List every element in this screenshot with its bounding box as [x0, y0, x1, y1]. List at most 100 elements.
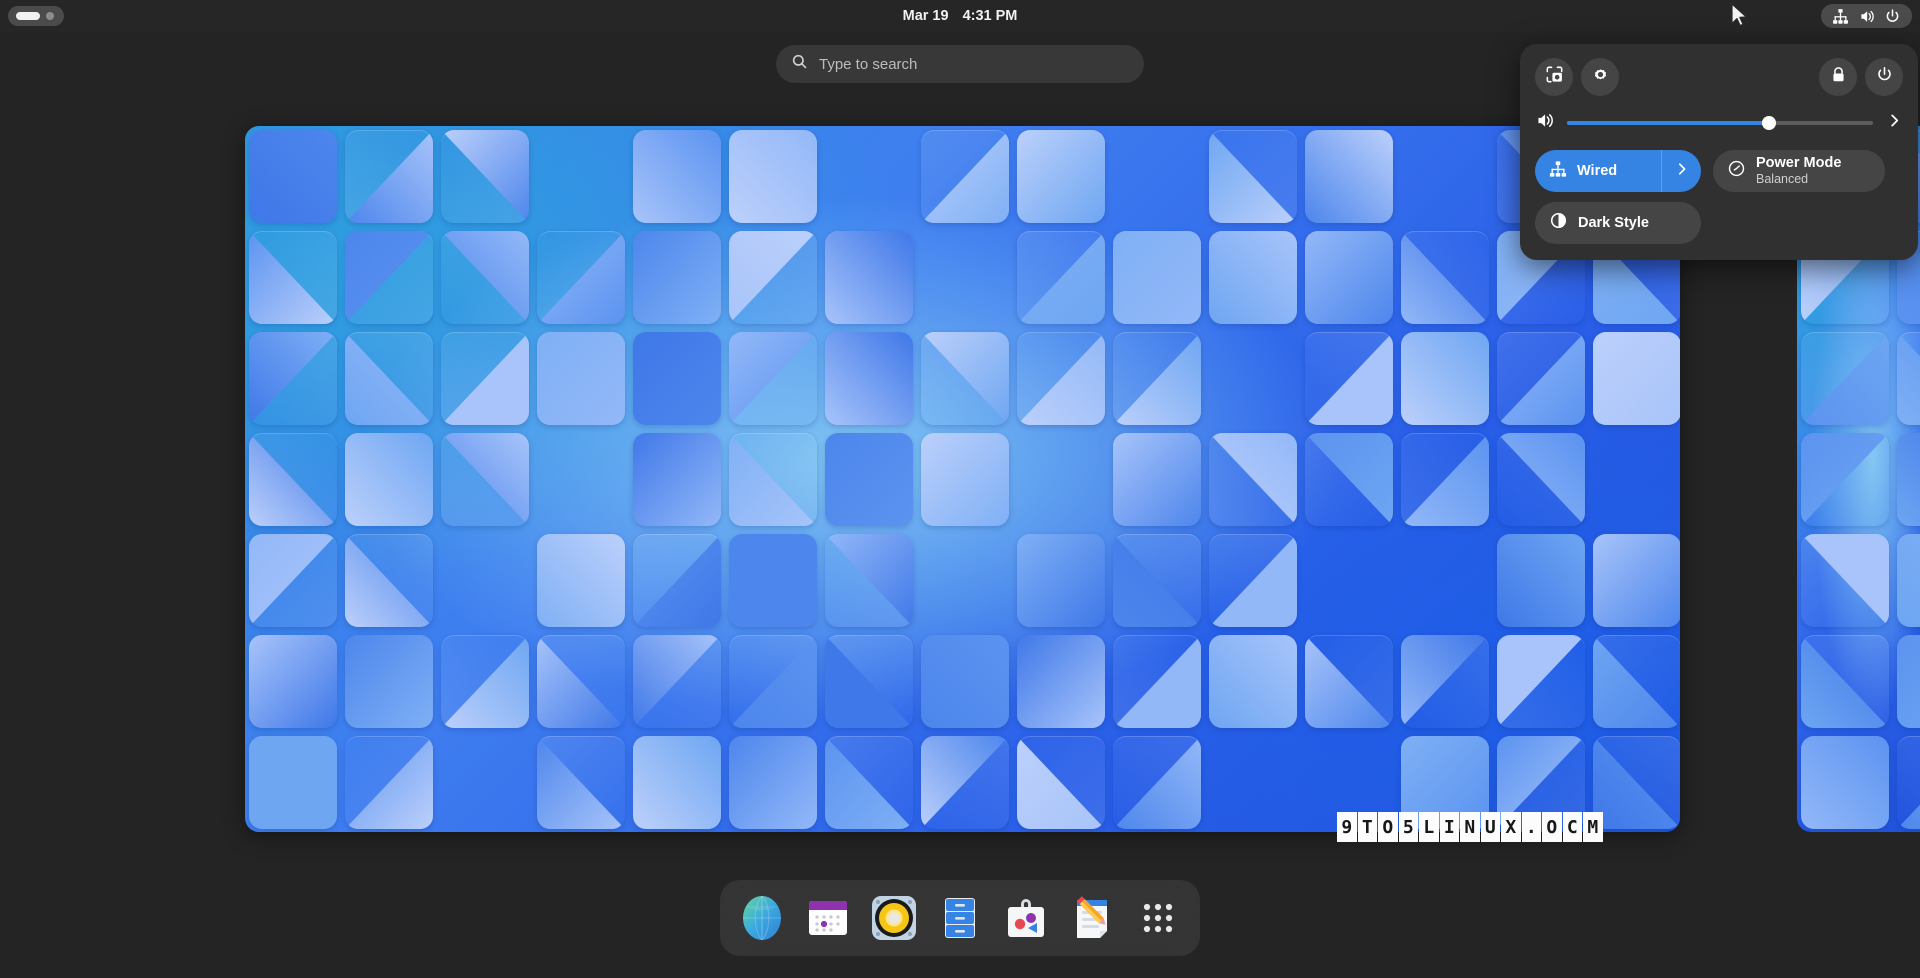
dock-item-web-browser[interactable]	[736, 892, 788, 944]
wallpaper-tile-triangle	[441, 231, 529, 324]
wallpaper-tile-triangle	[1593, 736, 1680, 829]
wallpaper-tile-triangle	[1305, 231, 1393, 324]
wallpaper-tile-triangle	[1897, 433, 1920, 526]
dock-item-app-grid[interactable]	[1132, 892, 1184, 944]
wallpaper-tile-triangle	[1305, 332, 1393, 425]
wallpaper-tile	[1305, 130, 1393, 223]
dock-item-files[interactable]	[934, 892, 986, 944]
network-tile-expand[interactable]	[1661, 150, 1701, 192]
top-bar: Mar 19 4:31 PM	[0, 0, 1920, 32]
wallpaper-tile-triangle	[1897, 534, 1920, 627]
dock	[720, 880, 1200, 956]
volume-slider-row[interactable]	[1535, 105, 1903, 141]
search-entry[interactable]: Type to search	[776, 45, 1144, 83]
wallpaper-tile	[1593, 736, 1680, 829]
watermark-char: L	[1419, 812, 1439, 842]
wallpaper-tile	[921, 433, 1009, 526]
wallpaper-tile	[441, 332, 529, 425]
workspace-indicator[interactable]	[8, 6, 64, 26]
screenshot-button[interactable]	[1535, 58, 1573, 96]
wallpaper-tile	[1897, 635, 1920, 728]
wallpaper-tile	[1593, 534, 1680, 627]
wallpaper-tile	[1801, 635, 1889, 728]
wallpaper-tile	[345, 736, 433, 829]
dock-item-calendar[interactable]	[802, 892, 854, 944]
clock-time: 4:31 PM	[963, 8, 1018, 24]
wallpaper-tile-triangle	[1401, 332, 1489, 425]
wallpaper-tile	[729, 736, 817, 829]
watermark-char: I	[1440, 812, 1460, 842]
wallpaper-tile-triangle	[249, 130, 337, 223]
lock-icon	[1829, 65, 1848, 89]
wallpaper-tile	[1801, 736, 1889, 829]
wallpaper-tile	[1401, 332, 1489, 425]
dock-item-music-player[interactable]	[868, 892, 920, 944]
wallpaper-tile	[1497, 332, 1585, 425]
wallpaper-tile	[633, 433, 721, 526]
wallpaper-tile	[1017, 635, 1105, 728]
wallpaper-tile-triangle	[1801, 433, 1889, 526]
wallpaper-tile-triangle	[1497, 433, 1585, 526]
wallpaper-tile	[1209, 130, 1297, 223]
wallpaper-tile-triangle	[1593, 534, 1680, 627]
wallpaper-tile-triangle	[921, 736, 1009, 829]
wallpaper-tile	[249, 332, 337, 425]
system-status-button[interactable]	[1821, 4, 1912, 28]
wallpaper-tile-triangle	[825, 736, 913, 829]
wallpaper-tile	[249, 130, 337, 223]
wallpaper-tile-triangle	[1209, 635, 1297, 728]
volume-output-chevron[interactable]	[1886, 112, 1903, 134]
search-placeholder: Type to search	[819, 56, 917, 73]
wallpaper-tile	[249, 534, 337, 627]
wallpaper-tile	[729, 332, 817, 425]
wallpaper-tile-triangle	[1209, 130, 1297, 223]
wallpaper-tile-triangle	[537, 231, 625, 324]
wallpaper-tile	[1401, 635, 1489, 728]
workspace-thumbnail-current[interactable]	[245, 126, 1680, 832]
wallpaper-tile-triangle	[1113, 433, 1201, 526]
wallpaper-tile-triangle	[1801, 635, 1889, 728]
lock-screen-button[interactable]	[1819, 58, 1857, 96]
wallpaper-tile	[537, 635, 625, 728]
network-tile-main[interactable]: Wired	[1535, 150, 1661, 192]
wallpaper-tile	[1017, 534, 1105, 627]
wallpaper-tile	[825, 433, 913, 526]
wallpaper-tile-triangle	[537, 635, 625, 728]
wallpaper-tile-triangle	[345, 635, 433, 728]
wallpaper-tile-triangle	[729, 231, 817, 324]
dock-item-text-editor[interactable]	[1066, 892, 1118, 944]
dark-style-tile-main[interactable]: Dark Style	[1535, 202, 1701, 244]
wallpaper-tile-triangle	[345, 130, 433, 223]
wallpaper-tile-triangle	[1113, 736, 1201, 829]
wallpaper-tile-triangle	[1897, 332, 1920, 425]
wallpaper-tile-triangle	[729, 332, 817, 425]
wallpaper-tile	[729, 231, 817, 324]
settings-button[interactable]	[1581, 58, 1619, 96]
wallpaper-tile	[537, 332, 625, 425]
wallpaper-tile	[729, 130, 817, 223]
wallpaper-tile	[1401, 231, 1489, 324]
wallpaper-tile	[921, 332, 1009, 425]
power-mode-tile[interactable]: Power Mode Balanced	[1713, 150, 1885, 192]
watermark-char: N	[1460, 812, 1480, 842]
clock-button[interactable]: Mar 19 4:31 PM	[903, 0, 1018, 32]
dock-item-software-center[interactable]	[1000, 892, 1052, 944]
volume-slider[interactable]	[1567, 121, 1873, 125]
network-tile[interactable]: Wired	[1535, 150, 1701, 192]
wallpaper-tile-triangle	[1497, 635, 1585, 728]
wallpaper-tile	[1017, 231, 1105, 324]
dark-style-label: Dark Style	[1578, 215, 1649, 231]
wallpaper-tile-triangle	[537, 534, 625, 627]
power-off-button[interactable]	[1865, 58, 1903, 96]
volume-slider-knob[interactable]	[1762, 116, 1776, 130]
wallpaper-tile-triangle	[1497, 534, 1585, 627]
wallpaper-tile	[1113, 736, 1201, 829]
wallpaper-tile	[1497, 635, 1585, 728]
search-box[interactable]: Type to search	[776, 45, 1144, 83]
dark-style-tile[interactable]: Dark Style	[1535, 202, 1701, 244]
power-mode-tile-main[interactable]: Power Mode Balanced	[1713, 150, 1885, 192]
wallpaper-tile	[633, 534, 721, 627]
gear-icon	[1591, 65, 1610, 89]
wallpaper-tile	[633, 332, 721, 425]
wallpaper-tile	[345, 231, 433, 324]
